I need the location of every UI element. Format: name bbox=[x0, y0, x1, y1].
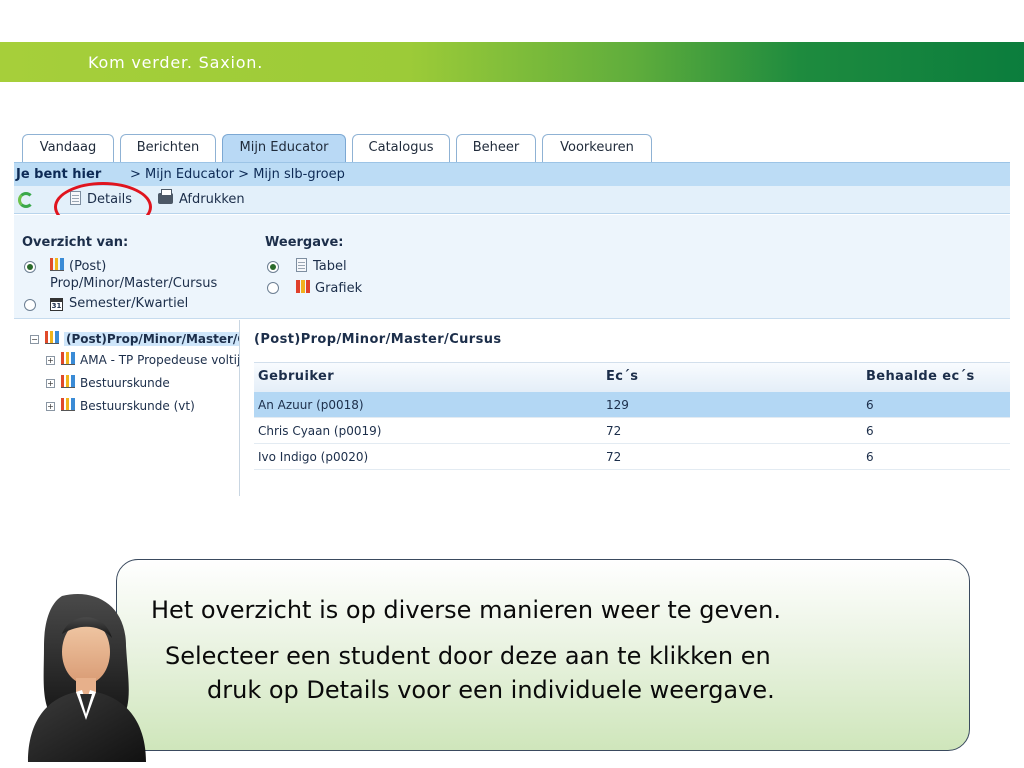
table-row[interactable]: Ivo Indigo (p0020) 72 6 bbox=[254, 444, 1010, 470]
tree-item[interactable]: + Bestuurskunde bbox=[46, 374, 170, 392]
overview-option-semester: 31 Semester/Kwartiel bbox=[50, 296, 189, 311]
tree-item-label: Bestuurskunde (vt) bbox=[80, 399, 195, 413]
breadcrumb-path[interactable]: > Mijn Educator > Mijn slb-groep bbox=[130, 163, 345, 187]
tree-item-label: Bestuurskunde bbox=[80, 376, 170, 390]
print-label: Afdrukken bbox=[179, 192, 245, 207]
view-option-table: Tabel bbox=[296, 258, 347, 276]
calendar-icon: 31 bbox=[50, 298, 63, 311]
educator-app: Vandaag Berichten Mijn Educator Catalogu… bbox=[14, 132, 1010, 496]
cell-earned: 6 bbox=[866, 450, 874, 464]
program-tree-icon bbox=[61, 352, 75, 365]
tree-root[interactable]: − (Post)Prop/Minor/Master/Cursus bbox=[30, 330, 239, 348]
column-header-ecs[interactable]: Ec´s bbox=[606, 363, 638, 391]
presenter-avatar-icon bbox=[28, 594, 146, 762]
printer-icon bbox=[158, 189, 173, 204]
view-radio-table[interactable] bbox=[267, 261, 279, 273]
cell-user: Ivo Indigo (p0020) bbox=[258, 450, 369, 464]
tree-item[interactable]: + AMA - TP Propedeuse voltijd bbox=[46, 351, 240, 369]
tab-voorkeuren[interactable]: Voorkeuren bbox=[542, 134, 652, 164]
bubble-line-1: Het overzicht is op diverse manieren wee… bbox=[151, 596, 782, 624]
cell-ecs: 72 bbox=[606, 424, 622, 438]
tab-mijn-educator[interactable]: Mijn Educator bbox=[222, 134, 346, 164]
banner-tagline: Kom verder. Saxion. bbox=[88, 53, 264, 72]
tab-vandaag[interactable]: Vandaag bbox=[22, 134, 114, 164]
cell-earned: 6 bbox=[866, 424, 874, 438]
program-tree-icon bbox=[50, 258, 64, 271]
program-tree-icon bbox=[61, 375, 75, 388]
cell-ecs: 129 bbox=[606, 398, 629, 412]
view-option-chart: Grafiek bbox=[296, 280, 362, 298]
refresh-icon[interactable] bbox=[18, 192, 34, 208]
header-banner: Kom verder. Saxion. bbox=[0, 42, 1024, 82]
view-radio-chart[interactable] bbox=[267, 282, 279, 294]
tab-beheer[interactable]: Beheer bbox=[456, 134, 536, 164]
breadcrumb: Je bent hier > Mijn Educator > Mijn slb-… bbox=[14, 162, 1010, 186]
overview-title: Overzicht van: bbox=[22, 235, 129, 250]
tab-catalogus[interactable]: Catalogus bbox=[352, 134, 450, 164]
overview-radio-program[interactable] bbox=[24, 261, 36, 273]
overview-option-program-line2: Prop/Minor/Master/Cursus bbox=[50, 276, 218, 291]
overview-radio-semester[interactable] bbox=[24, 299, 36, 311]
cell-ecs: 72 bbox=[606, 450, 622, 464]
program-tree-icon bbox=[45, 331, 59, 344]
table-row[interactable]: An Azuur (p0018) 129 6 bbox=[254, 392, 1010, 418]
tree-item[interactable]: + Bestuurskunde (vt) bbox=[46, 397, 195, 415]
content-panel: (Post)Prop/Minor/Master/Cursus Gebruiker… bbox=[252, 320, 1010, 496]
cell-user: Chris Cyaan (p0019) bbox=[258, 424, 382, 438]
tree-item-label: AMA - TP Propedeuse voltijd bbox=[80, 353, 240, 367]
tab-berichten[interactable]: Berichten bbox=[120, 134, 216, 164]
bubble-line-2: Selecteer een student door deze aan te k… bbox=[165, 642, 771, 670]
collapse-icon[interactable]: − bbox=[30, 335, 39, 344]
bar-chart-icon bbox=[296, 280, 310, 293]
expand-icon[interactable]: + bbox=[46, 356, 55, 365]
table-icon bbox=[296, 258, 307, 272]
toolbar: Details Afdrukken bbox=[14, 186, 1010, 214]
instruction-bubble: Het overzicht is op diverse manieren wee… bbox=[116, 559, 970, 751]
tree-root-label: (Post)Prop/Minor/Master/Cursus bbox=[64, 332, 239, 346]
overview-option-program: (Post) bbox=[50, 258, 106, 276]
print-button[interactable]: Afdrukken bbox=[158, 189, 245, 209]
column-header-earned[interactable]: Behaalde ec´s bbox=[866, 363, 975, 391]
program-tree-icon bbox=[61, 398, 75, 411]
table-header: Gebruiker Ec´s Behaalde ec´s bbox=[254, 362, 1010, 392]
cell-user: An Azuur (p0018) bbox=[258, 398, 364, 412]
expand-icon[interactable]: + bbox=[46, 379, 55, 388]
view-title: Weergave: bbox=[265, 235, 344, 250]
expand-icon[interactable]: + bbox=[46, 402, 55, 411]
content-title: (Post)Prop/Minor/Master/Cursus bbox=[254, 332, 502, 347]
table-row[interactable]: Chris Cyaan (p0019) 72 6 bbox=[254, 418, 1010, 444]
column-header-user[interactable]: Gebruiker bbox=[258, 363, 334, 391]
program-tree: − (Post)Prop/Minor/Master/Cursus + AMA - T… bbox=[14, 320, 240, 496]
bubble-line-3: druk op Details voor een individuele wee… bbox=[207, 676, 775, 704]
cell-earned: 6 bbox=[866, 398, 874, 412]
options-panel: Overzicht van: (Post) Prop/Minor/Master/… bbox=[14, 215, 1010, 319]
